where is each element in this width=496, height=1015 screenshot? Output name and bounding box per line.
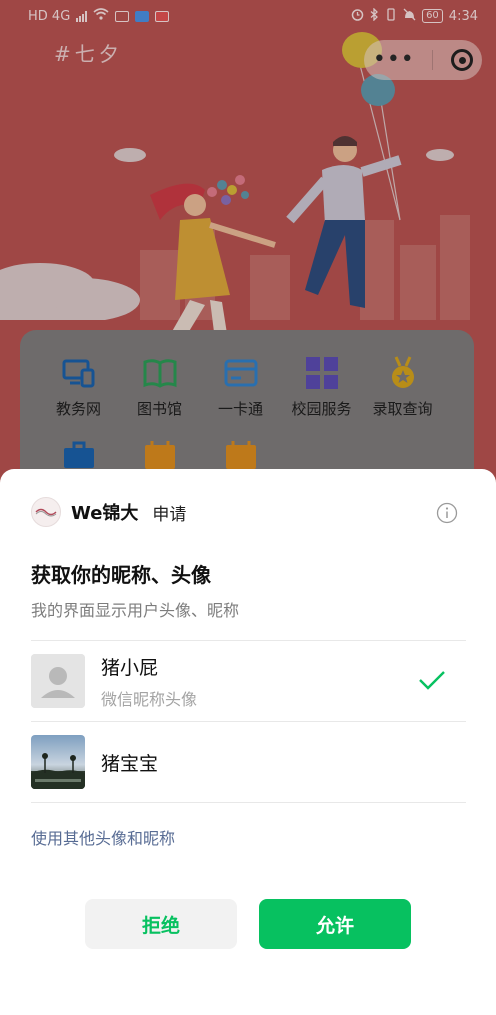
default-avatar bbox=[31, 654, 85, 708]
profile-option-wechat[interactable]: 猪小屁 微信昵称头像 bbox=[31, 641, 466, 721]
app-name: We锦大 bbox=[71, 503, 139, 524]
option-description: 微信昵称头像 bbox=[101, 689, 198, 709]
profile-option-alt[interactable]: 猪宝宝 bbox=[31, 722, 466, 802]
use-other-avatar-link[interactable]: 使用其他头像和昵称 bbox=[31, 825, 175, 849]
option-nickname: 猪小屁 bbox=[101, 656, 159, 679]
info-icon[interactable] bbox=[436, 502, 458, 524]
option-nickname: 猪宝宝 bbox=[101, 752, 159, 775]
allow-button[interactable]: 允许 bbox=[259, 899, 411, 949]
divider bbox=[31, 802, 466, 803]
reject-button[interactable]: 拒绝 bbox=[85, 899, 237, 949]
request-label: 申请 bbox=[152, 504, 187, 525]
photo-avatar bbox=[31, 735, 85, 789]
sheet-title: 获取你的昵称、头像 bbox=[31, 563, 211, 587]
check-icon bbox=[419, 671, 445, 690]
authorization-sheet: We锦大 申请 获取你的昵称、头像 我的界面显示用户头像、昵称 猪小屁 微信昵称… bbox=[0, 469, 496, 1015]
sheet-subtitle: 我的界面显示用户头像、昵称 bbox=[31, 601, 240, 620]
sheet-header: We锦大 申请 bbox=[31, 497, 186, 527]
app-logo bbox=[31, 497, 61, 527]
